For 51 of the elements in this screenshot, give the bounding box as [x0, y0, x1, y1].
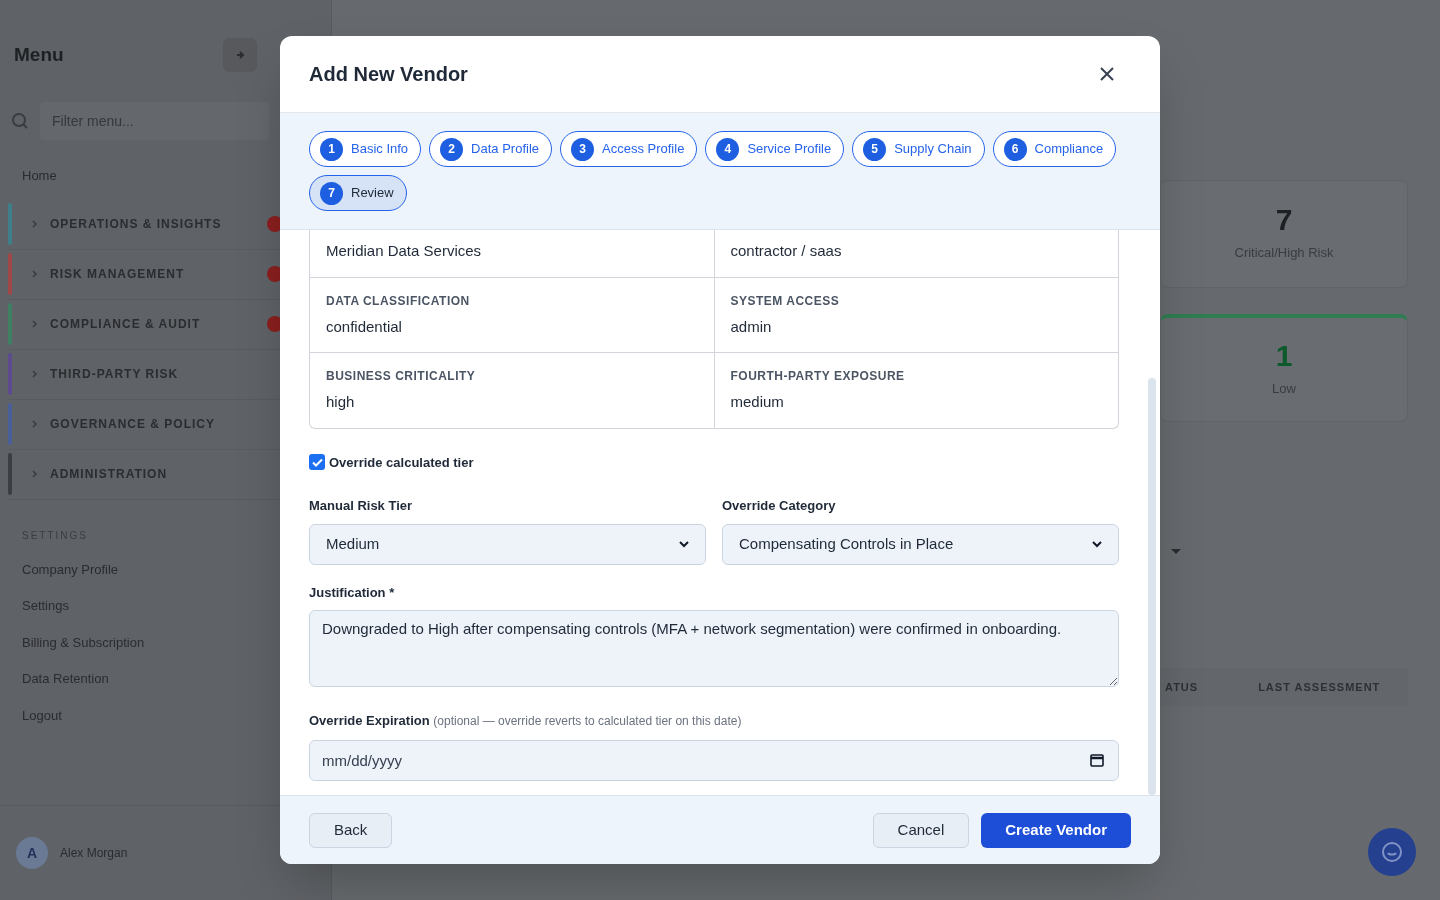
chat-icon [1380, 840, 1404, 864]
checkbox[interactable] [309, 454, 325, 471]
step-tab[interactable]: 5 Supply Chain [852, 131, 985, 167]
cancel-button[interactable]: Cancel [872, 812, 970, 848]
step-tab[interactable]: 6 Compliance [992, 131, 1117, 167]
sidebar-title: Menu [14, 42, 64, 67]
arrow-icon [234, 49, 246, 61]
chevron-icon [30, 419, 40, 429]
field-value: medium [730, 392, 785, 412]
field-value: high [326, 392, 356, 412]
chevron-icon [1092, 540, 1102, 548]
select-field[interactable]: Compensating Controls in Place [722, 523, 1119, 565]
field-label: Override Expiration (optional — override reverts to calculated tier on this date) [309, 712, 743, 730]
step-tab[interactable]: 3 Access Profile [560, 131, 698, 167]
justification-field[interactable]: Downgraded to High after compensating controls (MFA + network segmentation) were confirmed in onboarding. [309, 610, 1119, 687]
caret-icon [1170, 548, 1182, 556]
field-label: DATA CLASSIFICATION [326, 292, 471, 310]
chevron-icon [30, 319, 40, 329]
chevron-icon [30, 269, 40, 279]
step-tab[interactable]: 4 Service Profile [705, 131, 845, 167]
chevron-icon [30, 369, 40, 379]
field-label: SYSTEM ACCESS [730, 292, 841, 310]
create-vendor-button[interactable]: Create Vendor [981, 812, 1131, 848]
stat-value: 1 [1275, 340, 1293, 371]
field-label: Justification * [309, 583, 396, 602]
step-tab[interactable]: 7 Review [309, 175, 407, 211]
back-button[interactable]: Back [309, 812, 393, 848]
field-label: FOURTH-PARTY EXPOSURE [730, 368, 906, 385]
date-field[interactable]: mm/dd/yyyy [309, 739, 1119, 781]
checkbox-label: Override calculated tier [329, 453, 474, 472]
field-label: BUSINESS CRITICALITY [326, 368, 477, 385]
close-icon [1100, 67, 1114, 81]
field-value: contractor / saas [730, 241, 843, 261]
check-icon [311, 457, 323, 467]
field-label: Manual Risk Tier [309, 497, 414, 515]
field-value: admin [730, 316, 773, 337]
chat-button[interactable] [1368, 828, 1416, 876]
chevron-icon [30, 469, 40, 479]
step-tab[interactable]: 2 Data Profile [429, 131, 552, 167]
select-field[interactable]: Medium [309, 523, 706, 565]
field-label: Override Category [722, 497, 837, 515]
step-tab[interactable]: 1 Basic Info [309, 131, 422, 167]
stat-value: 7 [1275, 205, 1293, 236]
dialog-title: Add New Vendor [309, 62, 468, 87]
search-icon [10, 111, 30, 131]
chevron-icon [679, 540, 689, 548]
user-avatar: A [16, 837, 48, 869]
field-value: confidential [326, 316, 403, 337]
chevron-icon [30, 219, 40, 229]
calendar-icon [1090, 752, 1104, 767]
field-value: Meridian Data Services [326, 241, 483, 261]
